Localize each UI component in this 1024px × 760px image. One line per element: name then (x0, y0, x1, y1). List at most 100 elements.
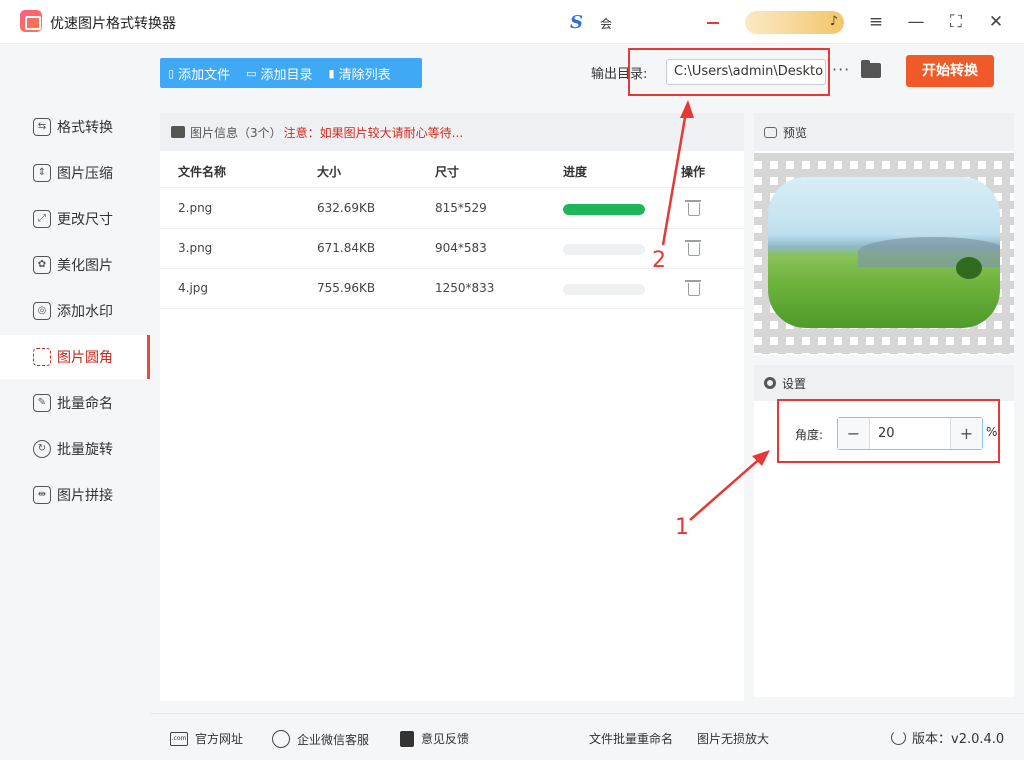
wechat-support-link[interactable]: 企业微信客服 (272, 730, 369, 748)
stitch-icon: ⇹ (33, 486, 51, 504)
preview-header: 预览 (754, 113, 1014, 151)
file-dims: 815*529 (435, 201, 487, 215)
resize-icon: ⤢ (33, 210, 51, 228)
open-folder-icon[interactable] (861, 60, 881, 78)
trash-small-icon: ▮ (328, 66, 335, 80)
convert-icon: ⇆ (33, 118, 51, 136)
file-name: 4.jpg (178, 281, 209, 295)
user-pill-icon: ♪ (829, 14, 838, 29)
watermark-icon: ◎ (33, 302, 51, 320)
menu-icon[interactable]: ≡ (866, 12, 886, 32)
file-size: 632.69KB (317, 201, 376, 215)
preview-icon (764, 126, 777, 138)
file-dims: 1250*833 (435, 281, 495, 295)
file-name: 2.png (178, 201, 213, 215)
website-label: 官方网址 (195, 732, 244, 746)
sidebar-item-batch-rename[interactable]: ✎ 批量命名 (0, 381, 150, 425)
progress-bar (563, 284, 645, 295)
sidebar-item-label: 更改尺寸 (57, 212, 113, 228)
vip-icon[interactable]: S (570, 12, 583, 33)
file-icon: ▯ (168, 66, 175, 80)
rounded-corner-icon (33, 348, 51, 366)
refresh-icon (891, 730, 906, 745)
sidebar-item-format-convert[interactable]: ⇆ 格式转换 (0, 105, 150, 149)
add-file-button[interactable]: ▯ 添加文件 (160, 64, 238, 83)
file-size: 671.84KB (317, 241, 376, 255)
version-info[interactable]: 版本：v2.0.4.0 (891, 728, 1004, 747)
chat-icon (272, 730, 290, 748)
sidebar-item-rounded-corner[interactable]: 图片圆角 (0, 335, 150, 379)
start-convert-button[interactable]: 开始转换 (906, 55, 994, 87)
rename-icon: ✎ (33, 394, 51, 412)
file-panel-title: 图片信息（3个） (190, 125, 282, 140)
sidebar-item-batch-rotate[interactable]: ↻ 批量旋转 (0, 427, 150, 471)
annotation-box-1 (777, 399, 1000, 463)
file-list-panel: 图片信息（3个） 注意：如果图片较大请耐心等待... 文件名称 大小 尺寸 进度… (160, 113, 744, 701)
more-options-button[interactable]: ··· (832, 60, 850, 79)
feedback-link[interactable]: 意见反馈 (400, 730, 469, 747)
file-panel-warning: 注意：如果图片较大请耐心等待... (283, 125, 464, 140)
folder-outline-icon: ▭ (246, 66, 257, 80)
annotation-label-1: 1 (675, 515, 689, 540)
version-label: 版本：v2.0.4.0 (912, 732, 1005, 747)
footer: .com 官方网址 企业微信客服 意见反馈 文件批量重命名 图片无损放大 版本：v… (150, 713, 1024, 760)
file-toolbar: ▯ 添加文件 ▭ 添加目录 ▮ 清除列表 (160, 58, 422, 88)
app-logo-icon (20, 10, 42, 32)
col-progress: 进度 (563, 165, 588, 179)
delete-icon[interactable] (685, 278, 701, 296)
sidebar-item-label: 图片圆角 (57, 350, 113, 366)
annotation-box-2 (628, 48, 830, 96)
tree-shape (956, 257, 982, 279)
sidebar-item-label: 图片压缩 (57, 166, 113, 182)
maximize-icon[interactable]: ⛶ (946, 12, 966, 32)
progress-fill (563, 204, 645, 215)
vip-label[interactable]: 会 (600, 15, 612, 32)
app-title: 优速图片格式转换器 (50, 16, 176, 32)
settings-header: 设置 (754, 365, 1014, 401)
batch-rename-link[interactable]: 文件批量重命名 (589, 730, 673, 747)
user-account-pill[interactable]: ♪ (745, 11, 844, 34)
delete-icon[interactable] (685, 198, 701, 216)
table-row[interactable]: 2.png 632.69KB 815*529 (160, 189, 744, 229)
file-name: 3.png (178, 241, 213, 255)
wechat-label: 企业微信客服 (297, 732, 370, 747)
sidebar-item-label: 格式转换 (57, 120, 113, 136)
col-size: 大小 (317, 165, 342, 179)
sidebar-item-stitch[interactable]: ⇹ 图片拼接 (0, 473, 150, 517)
lossless-upscale-link[interactable]: 图片无损放大 (697, 730, 769, 747)
minimize-icon[interactable]: — (906, 12, 926, 32)
sidebar-item-label: 图片拼接 (57, 488, 113, 504)
annotation-label-2: 2 (652, 248, 666, 273)
red-dash-mark (707, 22, 719, 24)
sidebar-item-compress[interactable]: ⇕ 图片压缩 (0, 151, 150, 195)
file-panel-header: 图片信息（3个） 注意：如果图片较大请耐心等待... (160, 113, 744, 151)
clear-list-button[interactable]: ▮ 清除列表 (321, 64, 399, 83)
delete-icon[interactable] (685, 238, 701, 256)
beautify-icon: ✿ (33, 256, 51, 274)
official-website-link[interactable]: .com 官方网址 (170, 730, 243, 747)
close-icon[interactable]: ✕ (986, 12, 1006, 32)
sidebar-item-watermark[interactable]: ◎ 添加水印 (0, 289, 150, 333)
add-file-label: 添加文件 (178, 67, 231, 83)
progress-bar (563, 204, 645, 215)
progress-bar (563, 244, 645, 255)
sidebar-item-label: 批量命名 (57, 396, 113, 412)
compress-icon: ⇕ (33, 164, 51, 182)
sidebar-item-label: 添加水印 (57, 304, 113, 320)
image-icon (171, 126, 185, 138)
col-dims: 尺寸 (435, 165, 460, 179)
website-icon: .com (170, 731, 188, 746)
preview-image (768, 177, 1000, 328)
col-name: 文件名称 (178, 165, 227, 179)
sidebar-item-resize[interactable]: ⤢ 更改尺寸 (0, 197, 150, 241)
file-dims: 904*583 (435, 241, 487, 255)
gear-icon (764, 377, 776, 389)
table-row[interactable]: 4.jpg 755.96KB 1250*833 (160, 269, 744, 309)
add-folder-label: 添加目录 (260, 67, 313, 83)
sidebar-item-label: 批量旋转 (57, 442, 113, 458)
add-folder-button[interactable]: ▭ 添加目录 (238, 64, 320, 83)
sidebar: ⇆ 格式转换 ⇕ 图片压缩 ⤢ 更改尺寸 ✿ 美化图片 ◎ 添加水印 图片圆角 ✎ 批量命名… (0, 45, 150, 713)
sidebar-item-beautify[interactable]: ✿ 美化图片 (0, 243, 150, 287)
feedback-icon (400, 730, 414, 747)
rotate-icon: ↻ (33, 440, 51, 458)
